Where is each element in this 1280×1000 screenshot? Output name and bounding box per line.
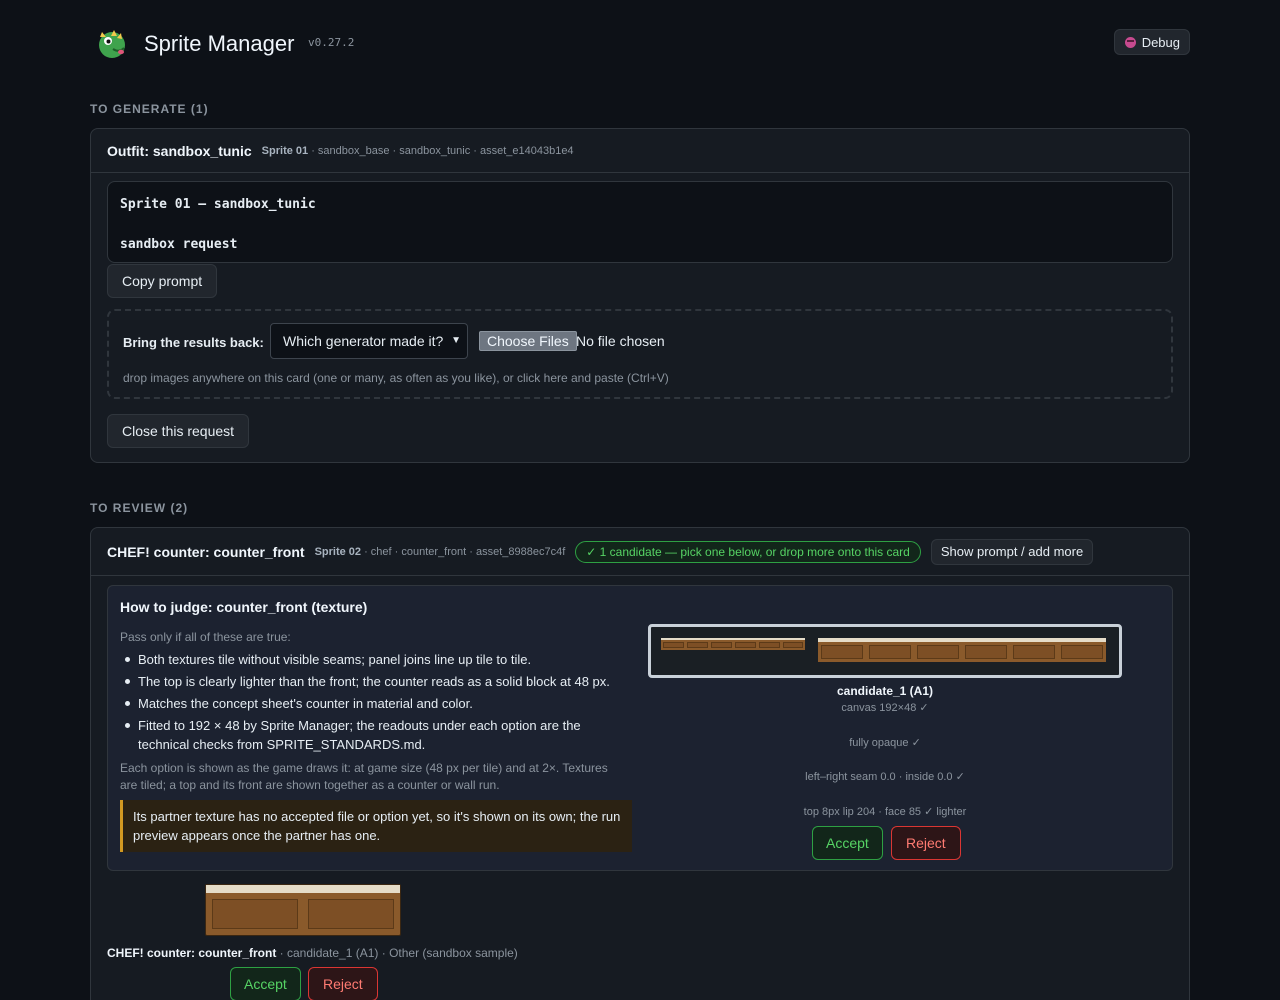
run-detail: · candidate_1 (A1) · Other (sandbox samp…: [276, 946, 518, 960]
review-card[interactable]: CHEF! counter: counter_front Sprite 02 ·…: [90, 527, 1190, 1000]
asset-meta: · chef · counter_front · asset_8988ec7c4…: [361, 545, 566, 558]
generator-select[interactable]: Which generator made it? ▼: [270, 323, 468, 359]
generate-card[interactable]: Outfit: sandbox_tunic Sprite 01 · sandbo…: [90, 128, 1190, 463]
candidate-preview[interactable]: [648, 624, 1122, 678]
debug-label: Debug: [1141, 34, 1180, 50]
app-version: v0.27.2: [308, 36, 355, 49]
prompt-text: Sprite 01 — sandbox_tunic sandbox reques…: [107, 181, 1173, 263]
chevron-down-icon: ▼: [451, 335, 461, 346]
judge-criteria: Both textures tile without visible seams…: [120, 650, 620, 757]
review-card-title: CHEF! counter: counter_front: [107, 543, 305, 560]
app-header: Sprite Manager v0.27.2 Debug: [90, 24, 1190, 64]
generator-select-value: Which generator made it?: [283, 333, 444, 349]
to-generate-heading: TO GENERATE (1): [90, 102, 209, 116]
bring-back-label: Bring the results back:: [123, 335, 264, 350]
prompt-line-2: sandbox request: [120, 237, 238, 252]
to-review-heading: TO REVIEW (2): [90, 501, 189, 515]
texture-preview-2x: [818, 638, 1106, 662]
prompt-line-1: Sprite 01 — sandbox_tunic: [120, 197, 316, 212]
texture-panel: [783, 642, 803, 648]
texture-top: [206, 885, 400, 893]
texture-panel: [735, 642, 756, 648]
candidate-name: candidate_1 (A1): [836, 684, 934, 698]
sprite-id: Sprite 01: [261, 144, 309, 157]
generate-card-header: Outfit: sandbox_tunic Sprite 01 · sandbo…: [91, 129, 1189, 173]
debug-button[interactable]: Debug: [1113, 29, 1190, 55]
texture-top: [818, 638, 1106, 642]
generate-card-meta: Sprite 01 · sandbox_base · sandbox_tunic…: [262, 145, 574, 157]
sprite-id: Sprite 02: [314, 545, 362, 558]
run-accept-button[interactable]: Accept: [230, 967, 301, 1000]
candidate-badge: ✓ 1 candidate — pick one below, or drop …: [575, 540, 921, 563]
candidate-check: fully opaque ✓: [849, 737, 921, 749]
texture-preview-small: [661, 638, 805, 650]
review-card-meta: Sprite 02 · chef · counter_front · asset…: [315, 546, 566, 558]
judge-title: How to judge: counter_front (texture): [120, 599, 368, 615]
texture-panel: [965, 645, 1007, 659]
texture-panel: [1013, 645, 1055, 659]
criterion: Both textures tile without visible seams…: [120, 650, 620, 669]
show-prompt-button[interactable]: Show prompt / add more: [930, 538, 1094, 565]
judge-intro: Pass only if all of these are true:: [120, 630, 291, 644]
generate-card-title: Outfit: sandbox_tunic: [107, 142, 252, 159]
run-preview: [205, 884, 401, 936]
texture-panel: [687, 642, 708, 648]
bug-icon: [1124, 36, 1136, 48]
review-card-header: CHEF! counter: counter_front Sprite 02 ·…: [91, 528, 1189, 576]
texture-panel: [1061, 645, 1103, 659]
candidate-check: canvas 192×48 ✓: [841, 702, 929, 714]
partner-warning: Its partner texture has no accepted file…: [120, 800, 632, 852]
judge-panel: How to judge: counter_front (texture) Pa…: [107, 585, 1173, 871]
texture-panel: [869, 645, 911, 659]
criterion: The top is clearly lighter than the fron…: [120, 672, 620, 691]
criterion: Matches the concept sheet's counter in m…: [120, 694, 620, 713]
texture-panel: [212, 899, 298, 929]
judge-note: Each option is shown as the game draws i…: [120, 761, 608, 792]
drop-hint: drop images anywhere on this card (one o…: [123, 371, 669, 385]
accept-button[interactable]: Accept: [812, 826, 883, 860]
texture-panel: [711, 642, 732, 648]
copy-prompt-button[interactable]: Copy prompt: [107, 264, 218, 298]
reject-button[interactable]: Reject: [891, 826, 961, 860]
texture-panel: [821, 645, 863, 659]
run-reject-button[interactable]: Reject: [308, 967, 378, 1000]
app-title: Sprite Manager: [144, 31, 295, 56]
texture-panel: [308, 899, 394, 929]
run-title: CHEF! counter: counter_front: [107, 946, 277, 960]
run-caption: CHEF! counter: counter_front · candidate…: [107, 946, 518, 960]
dragon-logo-icon: [99, 30, 125, 58]
texture-panel: [917, 645, 959, 659]
texture-panel: [759, 642, 780, 648]
criterion: Fitted to 192 × 48 by Sprite Manager; th…: [120, 716, 620, 754]
candidate-check: left–right seam 0.0 · inside 0.0 ✓: [805, 771, 965, 783]
asset-meta: · sandbox_base · sandbox_tunic · asset_e…: [308, 144, 574, 157]
texture-panel: [663, 642, 684, 648]
results-drop-zone[interactable]: Bring the results back: Which generator …: [107, 309, 1173, 399]
texture-top: [661, 638, 805, 640]
file-status: No file chosen: [576, 333, 665, 349]
close-request-button[interactable]: Close this request: [107, 414, 250, 448]
choose-files-button[interactable]: Choose Files: [479, 331, 577, 351]
candidate-check: top 8px lip 204 · face 85 ✓ lighter: [803, 806, 967, 818]
